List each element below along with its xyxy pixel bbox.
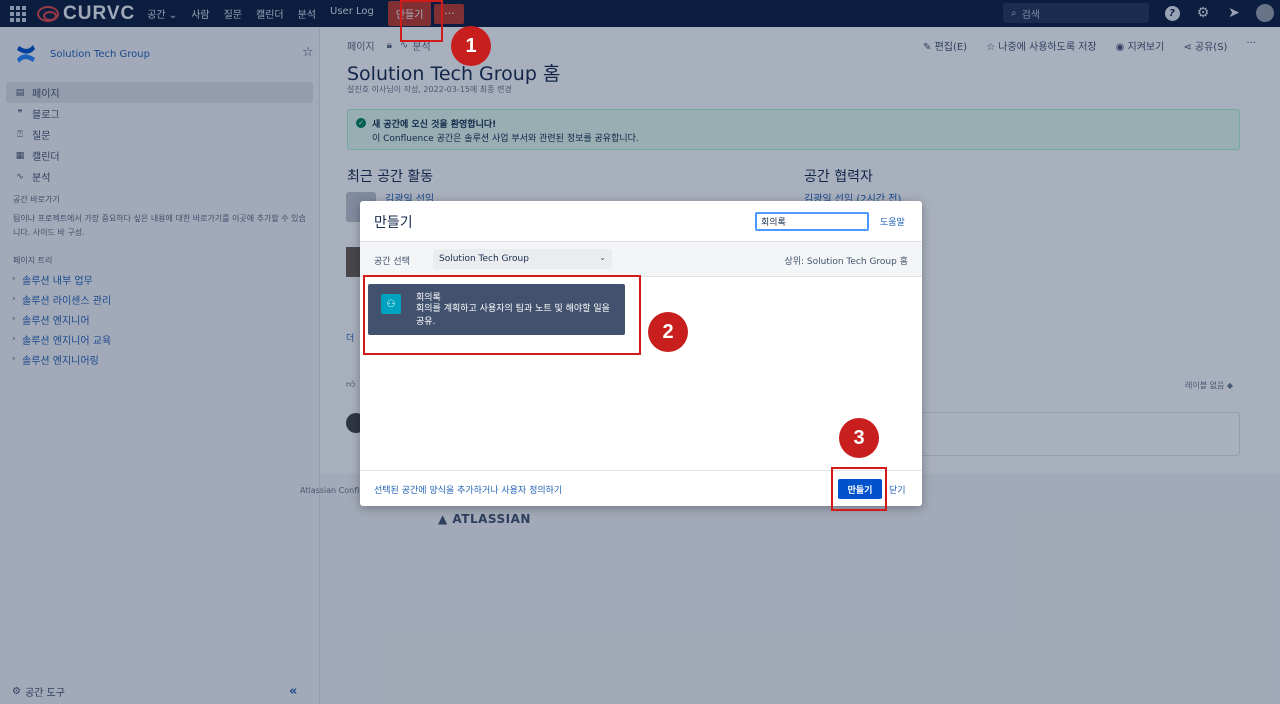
customize-templates-link[interactable]: 선택된 공간에 양식을 추가하거나 사용자 정의하기 xyxy=(374,483,562,496)
help-link[interactable]: 도움말 xyxy=(880,215,905,228)
dialog-header: 만들기 도움말 xyxy=(360,201,922,242)
parent-page-text: 상위: Solution Tech Group 홈 xyxy=(784,257,908,267)
chevron-down-icon: ⌄ xyxy=(599,253,606,262)
step-badge-3: 3 xyxy=(839,418,879,458)
space-select[interactable]: Solution Tech Group ⌄ xyxy=(433,249,612,269)
dialog-title: 만들기 xyxy=(374,215,413,231)
highlight-template xyxy=(363,275,641,355)
template-search-input[interactable] xyxy=(755,212,869,231)
space-selected-value: Solution Tech Group xyxy=(439,254,529,264)
step-badge-2: 2 xyxy=(648,312,688,352)
highlight-create-button xyxy=(831,467,887,511)
highlight-more-button xyxy=(400,0,443,42)
close-button[interactable]: 닫기 xyxy=(889,483,906,496)
space-select-label: 공간 선택 xyxy=(374,257,410,267)
space-select-bar: 공간 선택 Solution Tech Group ⌄ 상위: Solution… xyxy=(360,242,922,277)
step-badge-1: 1 xyxy=(451,26,491,66)
